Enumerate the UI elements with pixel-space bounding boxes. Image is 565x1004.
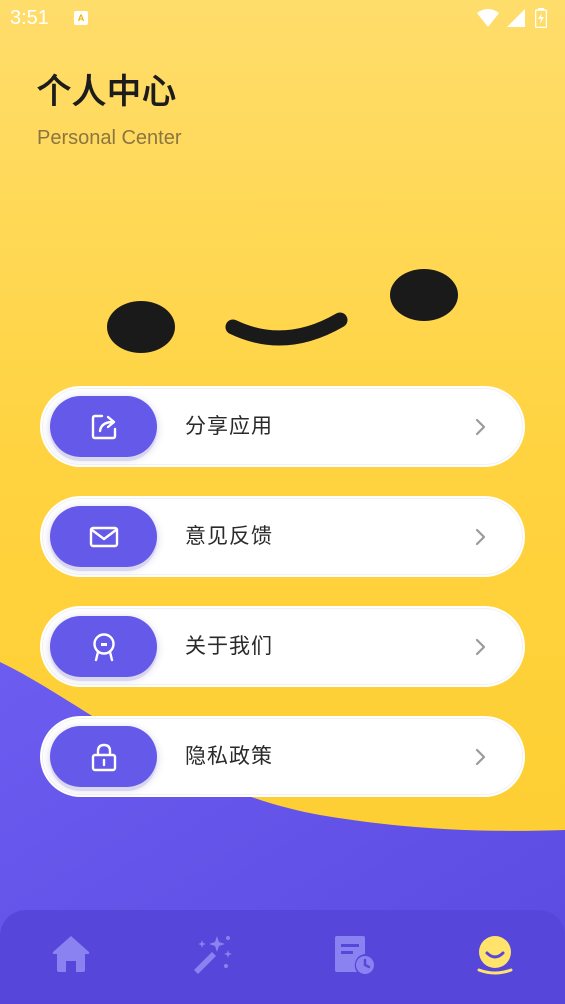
lock-icon-pill bbox=[50, 726, 157, 787]
chevron-right-icon bbox=[475, 638, 486, 656]
status-icons bbox=[477, 8, 557, 28]
status-time: 3:51 bbox=[10, 7, 49, 29]
share-icon-pill bbox=[50, 396, 157, 457]
bottom-navigation bbox=[0, 910, 565, 1004]
face-icon-pill bbox=[50, 616, 157, 677]
share-icon bbox=[91, 414, 117, 440]
profile-smile-icon bbox=[477, 936, 513, 975]
mail-icon-pill bbox=[50, 506, 157, 567]
smiley-face-illustration bbox=[107, 269, 458, 353]
menu-item-label: 分享应用 bbox=[185, 414, 273, 438]
menu-item-label: 隐私政策 bbox=[185, 744, 273, 768]
left-eye bbox=[107, 301, 175, 353]
history-document-icon bbox=[335, 936, 374, 974]
menu-item-about-us[interactable]: 关于我们 bbox=[40, 606, 525, 687]
right-eye bbox=[390, 269, 458, 321]
signal-icon bbox=[507, 9, 525, 27]
lock-icon bbox=[91, 743, 117, 772]
menu-item-label: 关于我们 bbox=[185, 634, 273, 658]
menu-item-feedback[interactable]: 意见反馈 bbox=[40, 496, 525, 577]
header: 个人中心 Personal Center bbox=[37, 72, 182, 150]
notification-app-icon: A bbox=[74, 11, 88, 25]
face-icon bbox=[93, 633, 115, 662]
menu-item-privacy-policy[interactable]: 隐私政策 bbox=[40, 716, 525, 797]
chevron-right-icon bbox=[475, 528, 486, 546]
magic-wand-icon bbox=[194, 936, 232, 974]
nav-item-home[interactable] bbox=[47, 930, 95, 978]
smile-mouth bbox=[225, 312, 348, 346]
status-bar: 3:51 A bbox=[0, 0, 565, 36]
chevron-right-icon bbox=[475, 748, 486, 766]
battery-icon bbox=[535, 8, 547, 28]
menu-item-label: 意见反馈 bbox=[185, 524, 273, 548]
nav-item-history[interactable] bbox=[329, 930, 377, 978]
home-icon bbox=[52, 936, 90, 972]
menu-list: 分享应用 意见反馈 关于我们 隐私政策 bbox=[40, 386, 525, 826]
page-subtitle: Personal Center bbox=[37, 127, 182, 149]
menu-item-share-app[interactable]: 分享应用 bbox=[40, 386, 525, 467]
wifi-icon bbox=[477, 9, 499, 27]
mail-icon bbox=[89, 526, 119, 548]
page-title: 个人中心 bbox=[37, 72, 177, 112]
nav-item-magic[interactable] bbox=[188, 930, 236, 978]
nav-item-profile[interactable] bbox=[471, 930, 519, 978]
chevron-right-icon bbox=[475, 418, 486, 436]
